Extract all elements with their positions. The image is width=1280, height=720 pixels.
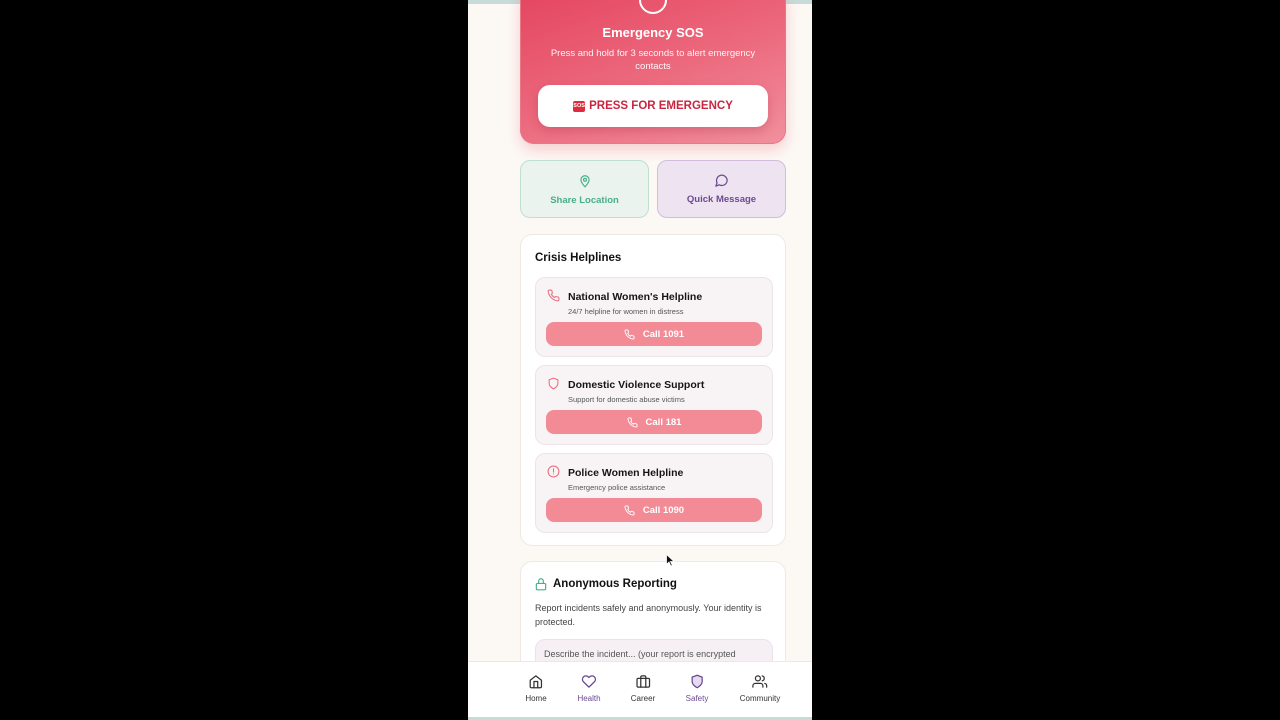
share-location-label: Share Location [550,194,619,206]
quick-message-button[interactable]: Quick Message [657,160,786,218]
nav-safety[interactable]: Safety [685,674,709,703]
crisis-helplines-card: Crisis Helplines National Women's Helpli… [520,234,786,546]
call-label: Call 181 [645,416,682,428]
call-label: Call 1091 [642,328,685,340]
sos-description: Press and hold for 3 seconds to alert em… [550,48,756,72]
helpline-description: Support for domestic abuse victims [568,395,685,404]
call-1090-button[interactable]: Call 1090 [546,498,762,522]
nav-label: Home [525,694,547,703]
home-icon [529,675,543,689]
helpline-item: National Women's Helpline 24/7 helpline … [535,277,773,357]
shield-icon [691,674,703,689]
nav-label: Community [739,694,781,703]
users-icon [752,675,768,688]
briefcase-icon [636,675,650,688]
report-title: Anonymous Reporting [553,578,677,590]
helpline-item: Police Women Helpline Emergency police a… [535,453,773,533]
map-pin-icon [579,174,590,187]
helpline-name: Police Women Helpline [568,467,684,479]
nav-health[interactable]: Health [577,674,601,703]
alert-circle-icon [547,465,560,478]
message-circle-icon [715,174,728,187]
power-icon [639,0,667,14]
emergency-sos-card: Emergency SOS Press and hold for 3 secon… [520,0,786,144]
nav-community[interactable]: Community [740,674,780,703]
shield-icon [548,377,559,390]
phone-icon [624,328,635,339]
share-location-button[interactable]: Share Location [520,160,649,218]
sos-icon: SOS [573,100,586,112]
sos-title: Emergency SOS [602,25,704,40]
call-181-button[interactable]: Call 181 [546,410,762,434]
helpline-item: Domestic Violence Support Support for do… [535,365,773,445]
nav-label: Safety [685,694,709,703]
phone-icon [627,416,638,427]
helpline-description: Emergency police assistance [568,483,666,492]
helpline-name: Domestic Violence Support [568,379,705,391]
helpline-name: National Women's Helpline [568,291,703,303]
phone-icon [624,504,635,515]
bottom-navigation: Home Health Career Safety Community [468,661,812,717]
phone-screen: Emergency SOS Press and hold for 3 secon… [468,0,812,720]
call-label: Call 1090 [642,504,685,516]
helpline-description: 24/7 helpline for women in distress [568,307,684,316]
phone-icon [547,289,560,302]
lock-icon [535,578,547,591]
sos-button-label: PRESS FOR EMERGENCY [589,100,733,112]
mouse-cursor-icon [666,554,675,567]
report-description: Report incidents safely and anonymously.… [535,603,762,627]
call-1091-button[interactable]: Call 1091 [546,322,762,346]
nav-label: Career [630,694,656,703]
helplines-title: Crisis Helplines [535,252,622,264]
nav-home[interactable]: Home [525,674,547,703]
nav-career[interactable]: Career [631,674,655,703]
quick-message-label: Quick Message [686,194,757,205]
heart-icon [581,675,597,688]
nav-label: Health [577,694,601,703]
press-for-emergency-button[interactable]: SOS PRESS FOR EMERGENCY [538,85,768,127]
